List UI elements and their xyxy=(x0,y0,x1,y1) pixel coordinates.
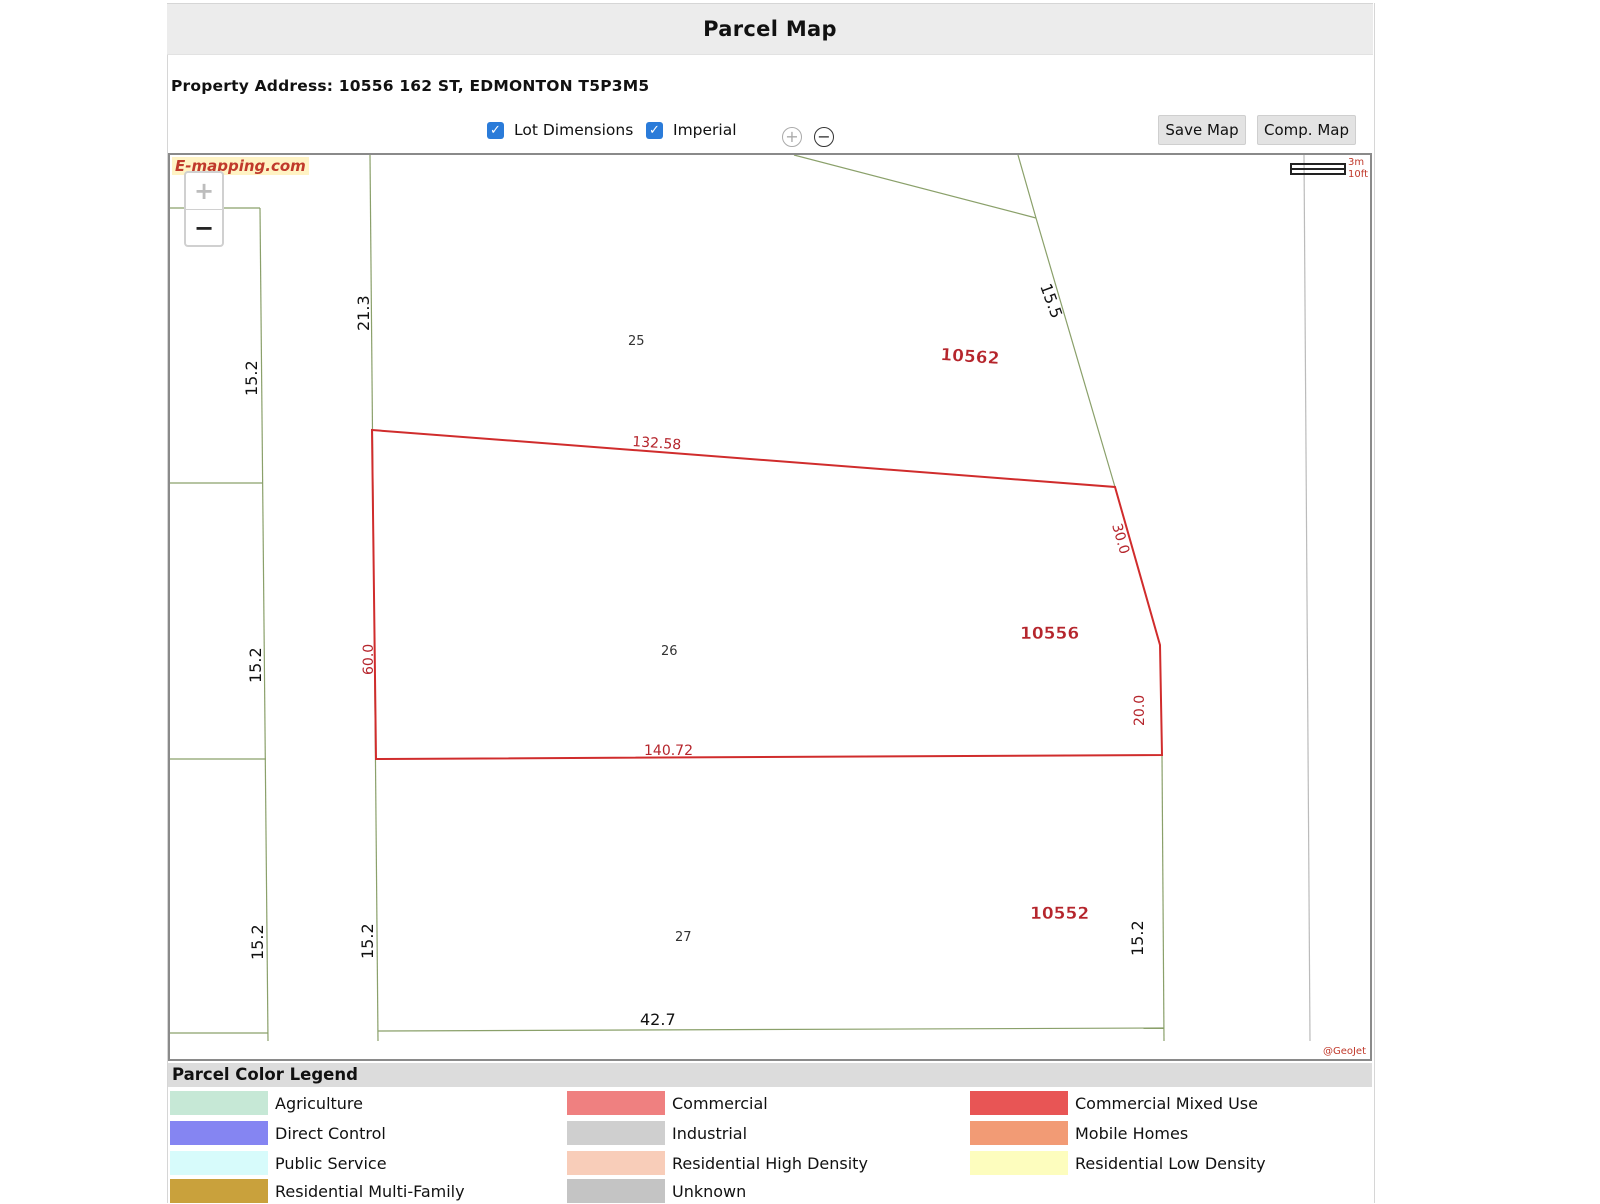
parcel-line xyxy=(1017,155,1037,219)
lot-dimensions-label: Lot Dimensions xyxy=(514,121,634,139)
legend-label: Public Service xyxy=(275,1153,387,1173)
legend-item: Public Service xyxy=(170,1150,387,1176)
property-address: Property Address: 10556 162 ST, EDMONTON… xyxy=(171,77,650,95)
legend-item: Unknown xyxy=(567,1178,746,1204)
legend-item: Mobile Homes xyxy=(970,1120,1188,1146)
page-title-text: Parcel Map xyxy=(703,17,837,41)
lot-dimensions-checkbox[interactable]: ✓ Lot Dimensions xyxy=(487,121,633,139)
legend-item: Direct Control xyxy=(170,1120,386,1146)
subject-dimension-label: 140.72 xyxy=(644,743,693,759)
legend-swatch xyxy=(170,1121,268,1145)
parcel-boundaries xyxy=(170,155,1311,1042)
legend-label: Residential High Density xyxy=(672,1153,868,1173)
legend-label: Direct Control xyxy=(275,1123,386,1143)
parcel-line xyxy=(377,1027,1165,1032)
dimension-labels: 15.2 15.2 15.2 21.3 15.5 15.2 15.2 42.7 xyxy=(242,281,1147,1029)
legend-label: Commercial Mixed Use xyxy=(1075,1093,1258,1113)
parcel-line xyxy=(1035,217,1116,488)
legend-title: Parcel Color Legend xyxy=(168,1063,1372,1087)
lot-number: 26 xyxy=(661,644,678,659)
scale-metric: 3m xyxy=(1348,157,1365,168)
legend-swatch xyxy=(170,1151,268,1175)
parcel-number: 10562 xyxy=(940,345,1000,369)
legend-label: Residential Multi-Family xyxy=(275,1181,465,1201)
legend-label: Industrial xyxy=(672,1123,748,1143)
parcel-line xyxy=(1303,155,1311,1042)
legend-swatch xyxy=(567,1091,665,1115)
map-credit: @GeoJet xyxy=(1322,1046,1366,1057)
lot-numbers: 25 26 27 xyxy=(628,334,692,945)
checkmark-icon[interactable]: ✓ xyxy=(487,121,504,139)
subject-parcel-outline[interactable] xyxy=(370,428,1164,761)
legend-item: Agriculture xyxy=(170,1090,363,1116)
zoom-out-icon[interactable]: − xyxy=(814,127,834,147)
legend-label: Commercial xyxy=(672,1093,768,1113)
dimension-label: 15.2 xyxy=(1128,920,1147,956)
dimension-label: 15.2 xyxy=(242,360,261,396)
map-zoom-in-button[interactable]: + xyxy=(186,173,222,210)
parcel-line xyxy=(793,155,1037,219)
dimension-label: 15.2 xyxy=(248,924,267,960)
legend-item: Commercial xyxy=(567,1090,768,1116)
legend-swatch xyxy=(567,1179,665,1203)
lot-number: 25 xyxy=(628,334,645,349)
parcel-map-canvas[interactable]: 15.2 15.2 15.2 21.3 15.5 15.2 15.2 42.7 … xyxy=(170,155,1370,1059)
imperial-checkbox[interactable]: ✓ Imperial xyxy=(646,121,737,139)
dimension-label: 15.2 xyxy=(358,923,377,959)
legend-label: Mobile Homes xyxy=(1075,1123,1189,1143)
subject-dimension-label: 20.0 xyxy=(1132,695,1148,726)
legend-swatch xyxy=(170,1091,268,1115)
imperial-label: Imperial xyxy=(673,121,737,139)
dimension-label: 42.7 xyxy=(640,1010,676,1029)
map-zoom-control: + − xyxy=(184,171,224,247)
page-title: Parcel Map xyxy=(167,3,1373,55)
scale-label: 3m 10ft xyxy=(1348,157,1368,181)
legend-item: Industrial xyxy=(567,1120,747,1146)
scale-bar xyxy=(1290,163,1346,175)
legend-swatch xyxy=(567,1121,665,1145)
zoom-in-icon[interactable]: + xyxy=(782,127,802,147)
legend-item: Residential Multi-Family xyxy=(170,1178,465,1204)
legend-swatch xyxy=(170,1179,268,1203)
parcel-line xyxy=(1161,754,1165,1042)
dimension-label: 15.5 xyxy=(1036,281,1066,321)
subject-dimension-labels: 132.58 30.0 60.0 20.0 140.72 xyxy=(361,434,1148,759)
comp-map-button[interactable]: Comp. Map xyxy=(1257,115,1356,145)
legend-item: Residential Low Density xyxy=(970,1150,1266,1176)
lot-number: 27 xyxy=(675,930,692,945)
checkmark-icon[interactable]: ✓ xyxy=(646,121,663,139)
parcel-number: 10556 xyxy=(1020,624,1079,644)
legend-swatch xyxy=(970,1151,1068,1175)
map-zoom-out-button[interactable]: − xyxy=(186,210,222,246)
legend-label: Residential Low Density xyxy=(1075,1153,1266,1173)
legend-label: Agriculture xyxy=(275,1093,363,1113)
parcel-numbers: 10562 10556 10552 xyxy=(939,345,1089,924)
scale-imperial: 10ft xyxy=(1348,169,1368,180)
dimension-label: 21.3 xyxy=(354,295,373,331)
subject-dimension-label: 132.58 xyxy=(632,434,682,453)
legend-swatch xyxy=(970,1121,1068,1145)
legend-item: Commercial Mixed Use xyxy=(970,1090,1258,1116)
subject-dimension-label: 30.0 xyxy=(1108,522,1132,556)
subject-dimension-label: 60.0 xyxy=(361,644,377,675)
parcel-number: 10552 xyxy=(1030,904,1089,924)
map-toolbar: ✓ Lot Dimensions ✓ Imperial + − Save Map… xyxy=(0,115,1600,158)
parcel-map[interactable]: 15.2 15.2 15.2 21.3 15.5 15.2 15.2 42.7 … xyxy=(168,153,1372,1061)
parcel-line xyxy=(259,207,269,1042)
legend-label: Unknown xyxy=(672,1181,747,1201)
legend-item: Residential High Density xyxy=(567,1150,868,1176)
legend-swatch xyxy=(567,1151,665,1175)
save-map-button[interactable]: Save Map xyxy=(1158,115,1246,145)
legend-swatch xyxy=(970,1091,1068,1115)
dimension-label: 15.2 xyxy=(246,647,265,683)
